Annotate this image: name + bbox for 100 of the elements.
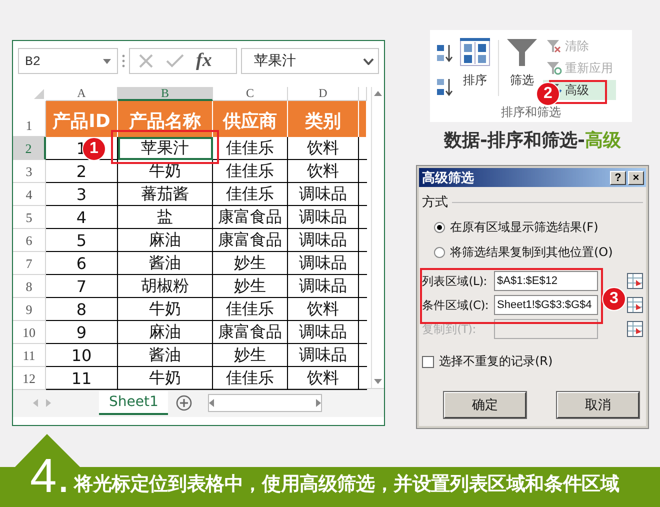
table-cell: 4 <box>46 206 118 229</box>
table-cell: 妙生 <box>213 344 288 367</box>
table-cell: 调味品 <box>288 206 359 229</box>
table-cell: 调味品 <box>288 321 359 344</box>
column-header[interactable]: D <box>288 87 359 101</box>
scroll-left-icon[interactable] <box>209 399 214 407</box>
table-cell: 盐 <box>118 206 213 229</box>
table-cell: 蕃茄酱 <box>118 183 213 206</box>
table-cell: 调味品 <box>288 275 359 298</box>
table-cell: 饮料 <box>288 298 359 321</box>
formula-field[interactable]: 苹果汁 <box>241 48 379 74</box>
input-field[interactable]: Sheet1!$G$3:$G$4 <box>494 295 598 315</box>
range-picker-icon[interactable] <box>627 273 643 289</box>
header-cell <box>359 101 367 137</box>
table-cell: 佳佳乐 <box>213 137 288 160</box>
checkbox[interactable] <box>422 356 434 368</box>
table-cell: 麻油 <box>118 229 213 252</box>
dropdown-caret-icon <box>103 58 111 64</box>
option-label: 在原有区域显示筛选结果(F) <box>450 219 598 236</box>
row-header[interactable]: 3 <box>13 160 46 183</box>
table-cell: 饮料 <box>288 160 359 183</box>
table-cell: 康富食品 <box>213 321 288 344</box>
row-header[interactable]: 12 <box>13 367 46 390</box>
table-cell: 调味品 <box>288 344 359 367</box>
dialog-button[interactable]: 取消 <box>557 392 639 418</box>
field-label: 条件区域(C): <box>422 298 490 312</box>
table-cell: 9 <box>46 321 118 344</box>
scroll-right-icon[interactable] <box>316 399 322 407</box>
table-cell: 麻油 <box>118 321 213 344</box>
table-cell: 2 <box>46 160 118 183</box>
table-cell: 7 <box>46 275 118 298</box>
table-cell: 3 <box>46 183 118 206</box>
sort-button[interactable]: 排序 <box>460 36 490 104</box>
callout-badge: 2 <box>536 82 560 106</box>
filter-button[interactable]: 筛选 <box>507 36 537 104</box>
sort-ascending-icon[interactable] <box>436 43 454 63</box>
row-header[interactable]: 7 <box>13 252 46 275</box>
section-label: 方式 <box>422 193 643 211</box>
table-cell: 牛奶 <box>118 298 213 321</box>
row-header[interactable]: 5 <box>13 206 46 229</box>
name-box[interactable]: B2 <box>18 48 118 74</box>
insert-function-button[interactable]: fx <box>196 50 212 72</box>
group-label: 排序和筛选 <box>500 104 562 121</box>
grip-icon <box>122 54 125 68</box>
check-icon[interactable] <box>166 54 184 68</box>
chevron-down-icon[interactable] <box>363 58 374 64</box>
checkbox-label: 选择不重复的记录(R) <box>439 353 553 370</box>
column-header <box>359 87 367 101</box>
radio-button[interactable] <box>434 222 445 233</box>
sheet-tab[interactable]: Sheet1 <box>99 391 168 415</box>
header-cell: 类别 <box>288 101 359 137</box>
table-cell: 6 <box>46 252 118 275</box>
table-cell: 调味品 <box>288 252 359 275</box>
table-cell: 5 <box>46 229 118 252</box>
vertical-scrollbar[interactable] <box>371 87 384 388</box>
row-header[interactable]: 2 <box>13 137 46 160</box>
sort-descending-icon[interactable] <box>436 77 454 97</box>
row-header[interactable]: 8 <box>13 275 46 298</box>
table-cell: 康富食品 <box>213 229 288 252</box>
table-cell: 调味品 <box>288 229 359 252</box>
option-label: 将筛选结果复制到其他位置(O) <box>450 244 613 261</box>
add-sheet-icon[interactable] <box>176 395 192 411</box>
field-label: 复制到(T): <box>422 322 477 336</box>
table-cell: 调味品 <box>288 183 359 206</box>
horizontal-scrollbar[interactable] <box>208 394 322 412</box>
row-header[interactable]: 4 <box>13 183 46 206</box>
cancel-icon[interactable] <box>138 53 154 69</box>
scroll-up-icon[interactable] <box>374 91 382 96</box>
step-instruction: 将光标定位到表格中，使用高级筛选，并设置列表区域和条件区域 <box>74 472 620 497</box>
row-header[interactable]: 9 <box>13 298 46 321</box>
range-picker-icon[interactable] <box>627 297 643 313</box>
header-cell: 产品名称 <box>118 101 213 137</box>
table-cell: 佳佳乐 <box>213 160 288 183</box>
range-picker-icon <box>627 321 643 337</box>
header-cell: 产品ID <box>46 101 118 137</box>
help-button[interactable]: ? <box>610 170 626 184</box>
callout-badge: 1 <box>82 137 106 161</box>
window-title: 高级筛选 <box>422 170 474 186</box>
table-cell: 佳佳乐 <box>213 183 288 206</box>
column-header[interactable]: C <box>213 87 288 101</box>
radio-button[interactable] <box>434 247 445 258</box>
active-cell[interactable]: 苹果汁 <box>118 137 213 160</box>
callout-badge: 3 <box>602 287 626 311</box>
table-cell: 8 <box>46 298 118 321</box>
table-cell: 妙生 <box>213 252 288 275</box>
table-cell: 康富食品 <box>213 206 288 229</box>
column-header[interactable]: A <box>46 87 118 101</box>
input-field[interactable]: $A$1:$E$12 <box>494 271 598 291</box>
dialog-button[interactable]: 确定 <box>444 392 526 418</box>
close-button[interactable]: × <box>628 170 644 184</box>
row-header[interactable]: 11 <box>13 344 46 367</box>
header-cell: 供应商 <box>213 101 288 137</box>
row-header[interactable]: 6 <box>13 229 46 252</box>
row-header[interactable]: 1 <box>13 101 46 137</box>
funnel-icon <box>507 38 537 66</box>
scroll-down-icon[interactable] <box>374 379 382 384</box>
sort-grid-icon <box>460 38 490 66</box>
row-header[interactable]: 10 <box>13 321 46 344</box>
table-cell: 酱油 <box>118 344 213 367</box>
column-header[interactable]: B <box>118 87 213 101</box>
